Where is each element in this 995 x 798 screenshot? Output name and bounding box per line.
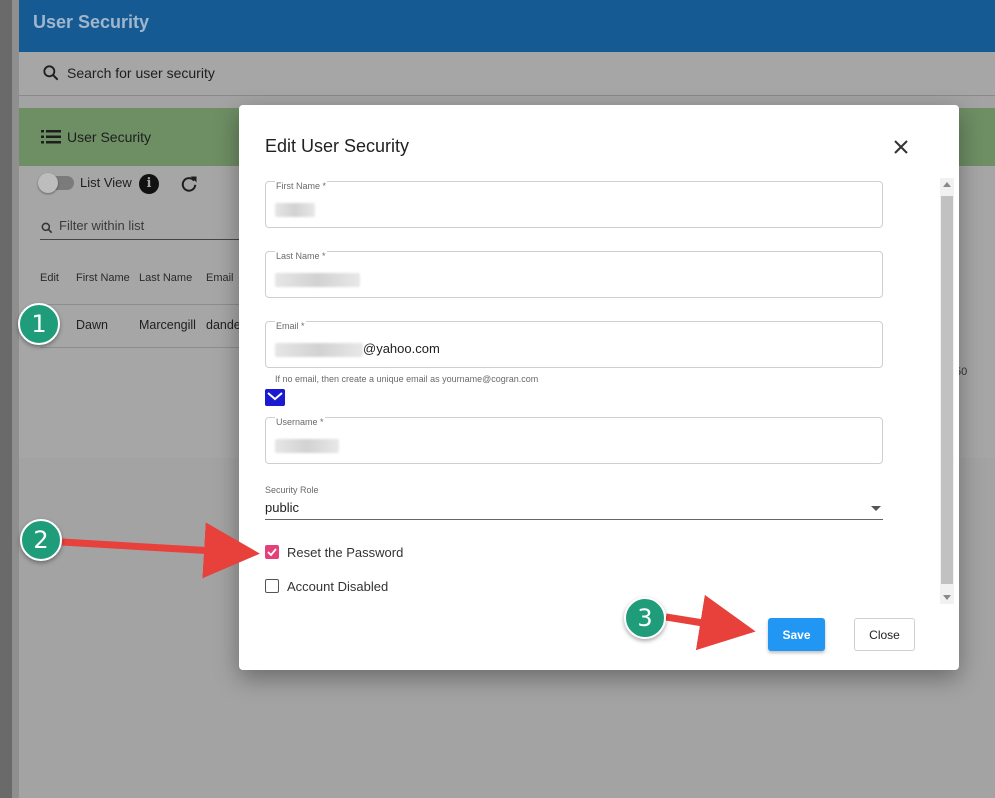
- scroll-up-icon[interactable]: [943, 182, 951, 187]
- filter-placeholder: Filter within list: [59, 218, 145, 233]
- email-label: Email *: [275, 321, 306, 331]
- email-value: @yahoo.com: [275, 341, 440, 357]
- security-role-value: public: [265, 500, 299, 515]
- reset-password-checkbox[interactable]: [265, 545, 279, 559]
- annotation-badge-2: 2: [20, 519, 62, 561]
- app-bar: User Security: [19, 0, 995, 52]
- chevron-down-icon: [871, 506, 881, 511]
- last-name-value: [275, 271, 360, 287]
- last-name-field[interactable]: Last Name *: [265, 251, 883, 298]
- row-first-name: Dawn: [76, 318, 108, 332]
- left-edge-strip: [0, 0, 12, 798]
- dialog-scrollbar[interactable]: [940, 178, 954, 604]
- reset-password-label[interactable]: Reset the Password: [287, 545, 403, 560]
- annotation-badge-1: 1: [18, 303, 60, 345]
- scroll-down-icon[interactable]: [943, 595, 951, 600]
- header-last-name: Last Name: [139, 272, 193, 284]
- row-divider: [40, 347, 240, 348]
- refresh-icon[interactable]: [179, 174, 199, 194]
- row-email: dande: [206, 318, 241, 332]
- list-icon: [41, 130, 61, 144]
- filter-input[interactable]: Filter within list: [40, 216, 240, 240]
- annotation-badge-3: 3: [624, 597, 666, 639]
- toggle-knob: [38, 173, 58, 193]
- search-placeholder: Search for user security: [67, 65, 215, 81]
- account-disabled-label[interactable]: Account Disabled: [287, 579, 388, 594]
- info-icon[interactable]: i: [139, 174, 159, 194]
- scroll-thumb[interactable]: [941, 196, 953, 584]
- first-name-field[interactable]: First Name *: [265, 181, 883, 228]
- list-view-label: List View: [80, 175, 132, 190]
- email-hint: If no email, then create a unique email …: [275, 374, 539, 384]
- username-field[interactable]: Username *: [265, 417, 883, 464]
- header-edit: Edit: [40, 272, 59, 284]
- security-role-label: Security Role: [265, 485, 319, 495]
- username-label: Username *: [275, 417, 325, 427]
- account-disabled-checkbox[interactable]: [265, 579, 279, 593]
- close-button[interactable]: Close: [854, 618, 915, 651]
- left-edge-strip-inner: [12, 0, 19, 798]
- search-icon: [43, 65, 59, 81]
- header-divider: [40, 304, 240, 305]
- close-icon[interactable]: [892, 138, 910, 156]
- header-first-name: First Name: [76, 272, 130, 284]
- mail-icon[interactable]: [265, 389, 285, 406]
- username-value: [275, 437, 339, 453]
- dialog-title: Edit User Security: [265, 136, 410, 156]
- first-name-value: [275, 201, 315, 217]
- card-title: User Security: [67, 129, 152, 145]
- last-name-label: Last Name *: [275, 251, 327, 261]
- edit-user-security-dialog: Edit User Security First Name * Last Nam…: [239, 105, 959, 670]
- check-icon: [267, 548, 277, 557]
- first-name-label: First Name *: [275, 181, 328, 191]
- email-suffix: @yahoo.com: [363, 341, 440, 356]
- header-email: Email: [206, 272, 234, 284]
- save-button[interactable]: Save: [768, 618, 825, 651]
- filter-search-icon: [41, 222, 53, 234]
- app-title: User Security: [33, 12, 150, 32]
- email-field[interactable]: Email * @yahoo.com: [265, 321, 883, 368]
- search-bar[interactable]: Search for user security: [19, 52, 995, 96]
- list-view-toggle[interactable]: [38, 173, 74, 193]
- security-role-select[interactable]: public: [265, 498, 883, 520]
- row-last-name: Marcengill: [139, 318, 196, 332]
